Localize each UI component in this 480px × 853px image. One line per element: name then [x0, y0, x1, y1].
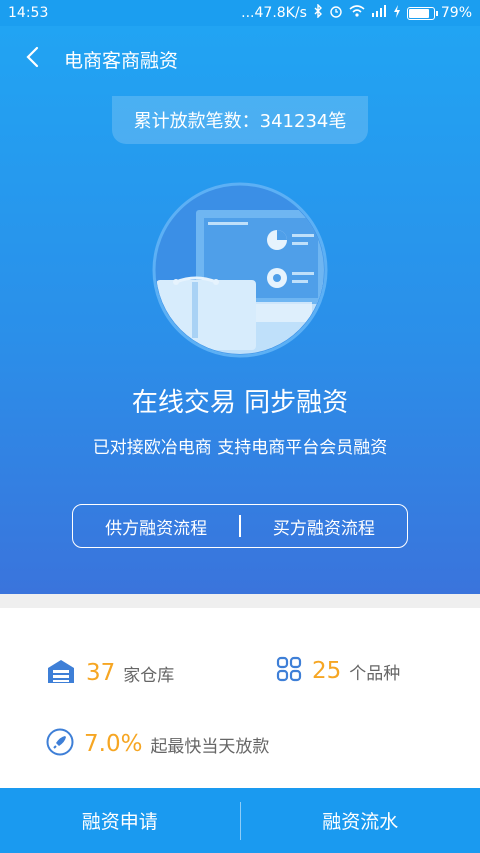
bluetooth-icon [313, 3, 323, 22]
stats-section: 37 家仓库 25 个品种 7.0% 起最快当天放款 [0, 608, 480, 788]
buyer-flow-button[interactable]: 买方融资流程 [241, 505, 407, 547]
charging-icon [393, 4, 401, 22]
online-trade-illustration [152, 182, 328, 358]
financing-records-button[interactable]: 融资流水 [241, 788, 480, 853]
page-title: 电商客商融资 [64, 49, 179, 72]
battery-percent: 79% [440, 5, 472, 21]
bottom-action-bar: 融资申请 融资流水 [0, 788, 480, 853]
app-bar: 电商客商融资 [0, 26, 480, 92]
battery-level [408, 8, 430, 18]
warehouse-icon [46, 658, 76, 688]
wifi-icon [349, 5, 365, 21]
status-indicators: ...47.8K/s 79% [241, 3, 472, 22]
back-button[interactable] [0, 26, 64, 92]
status-bar: 14:53 ...47.8K/s 79% [0, 0, 480, 26]
alarm-icon [329, 4, 343, 22]
categories-icon [276, 656, 302, 686]
stat-warehouses: 37 家仓库 [46, 658, 174, 688]
stat-varieties: 25 个品种 [276, 656, 400, 686]
rate-unit: 起最快当天放款 [150, 736, 270, 757]
status-time: 14:53 [8, 5, 49, 21]
hero-headline: 在线交易 同步融资 [131, 388, 349, 418]
variety-count: 25 [312, 658, 342, 684]
hero-subline: 已对接欧冶电商 支持电商平台会员融资 [92, 438, 388, 458]
warehouse-count: 37 [86, 660, 116, 686]
apply-financing-button[interactable]: 融资申请 [0, 788, 240, 853]
variety-unit: 个品种 [349, 663, 401, 684]
stat-rate: 7.0% 起最快当天放款 [46, 728, 269, 760]
rate-value: 7.0% [84, 731, 143, 757]
hero-section: 电商客商融资 累计放款笔数：341234笔 在线交易 同步融资 已对接欧冶电商 … [0, 26, 480, 594]
warehouse-unit: 家仓库 [123, 665, 175, 686]
signal-icon [371, 5, 387, 21]
network-speed: ...47.8K/s [241, 5, 307, 21]
rocket-icon [46, 728, 74, 760]
supplier-flow-button[interactable]: 供方融资流程 [73, 505, 239, 547]
financing-flow-group: 供方融资流程 买方融资流程 [72, 504, 408, 548]
total-loans-banner: 累计放款笔数：341234笔 [112, 96, 368, 144]
chevron-left-icon [25, 46, 39, 72]
section-divider [0, 594, 480, 608]
battery-icon [406, 6, 438, 20]
